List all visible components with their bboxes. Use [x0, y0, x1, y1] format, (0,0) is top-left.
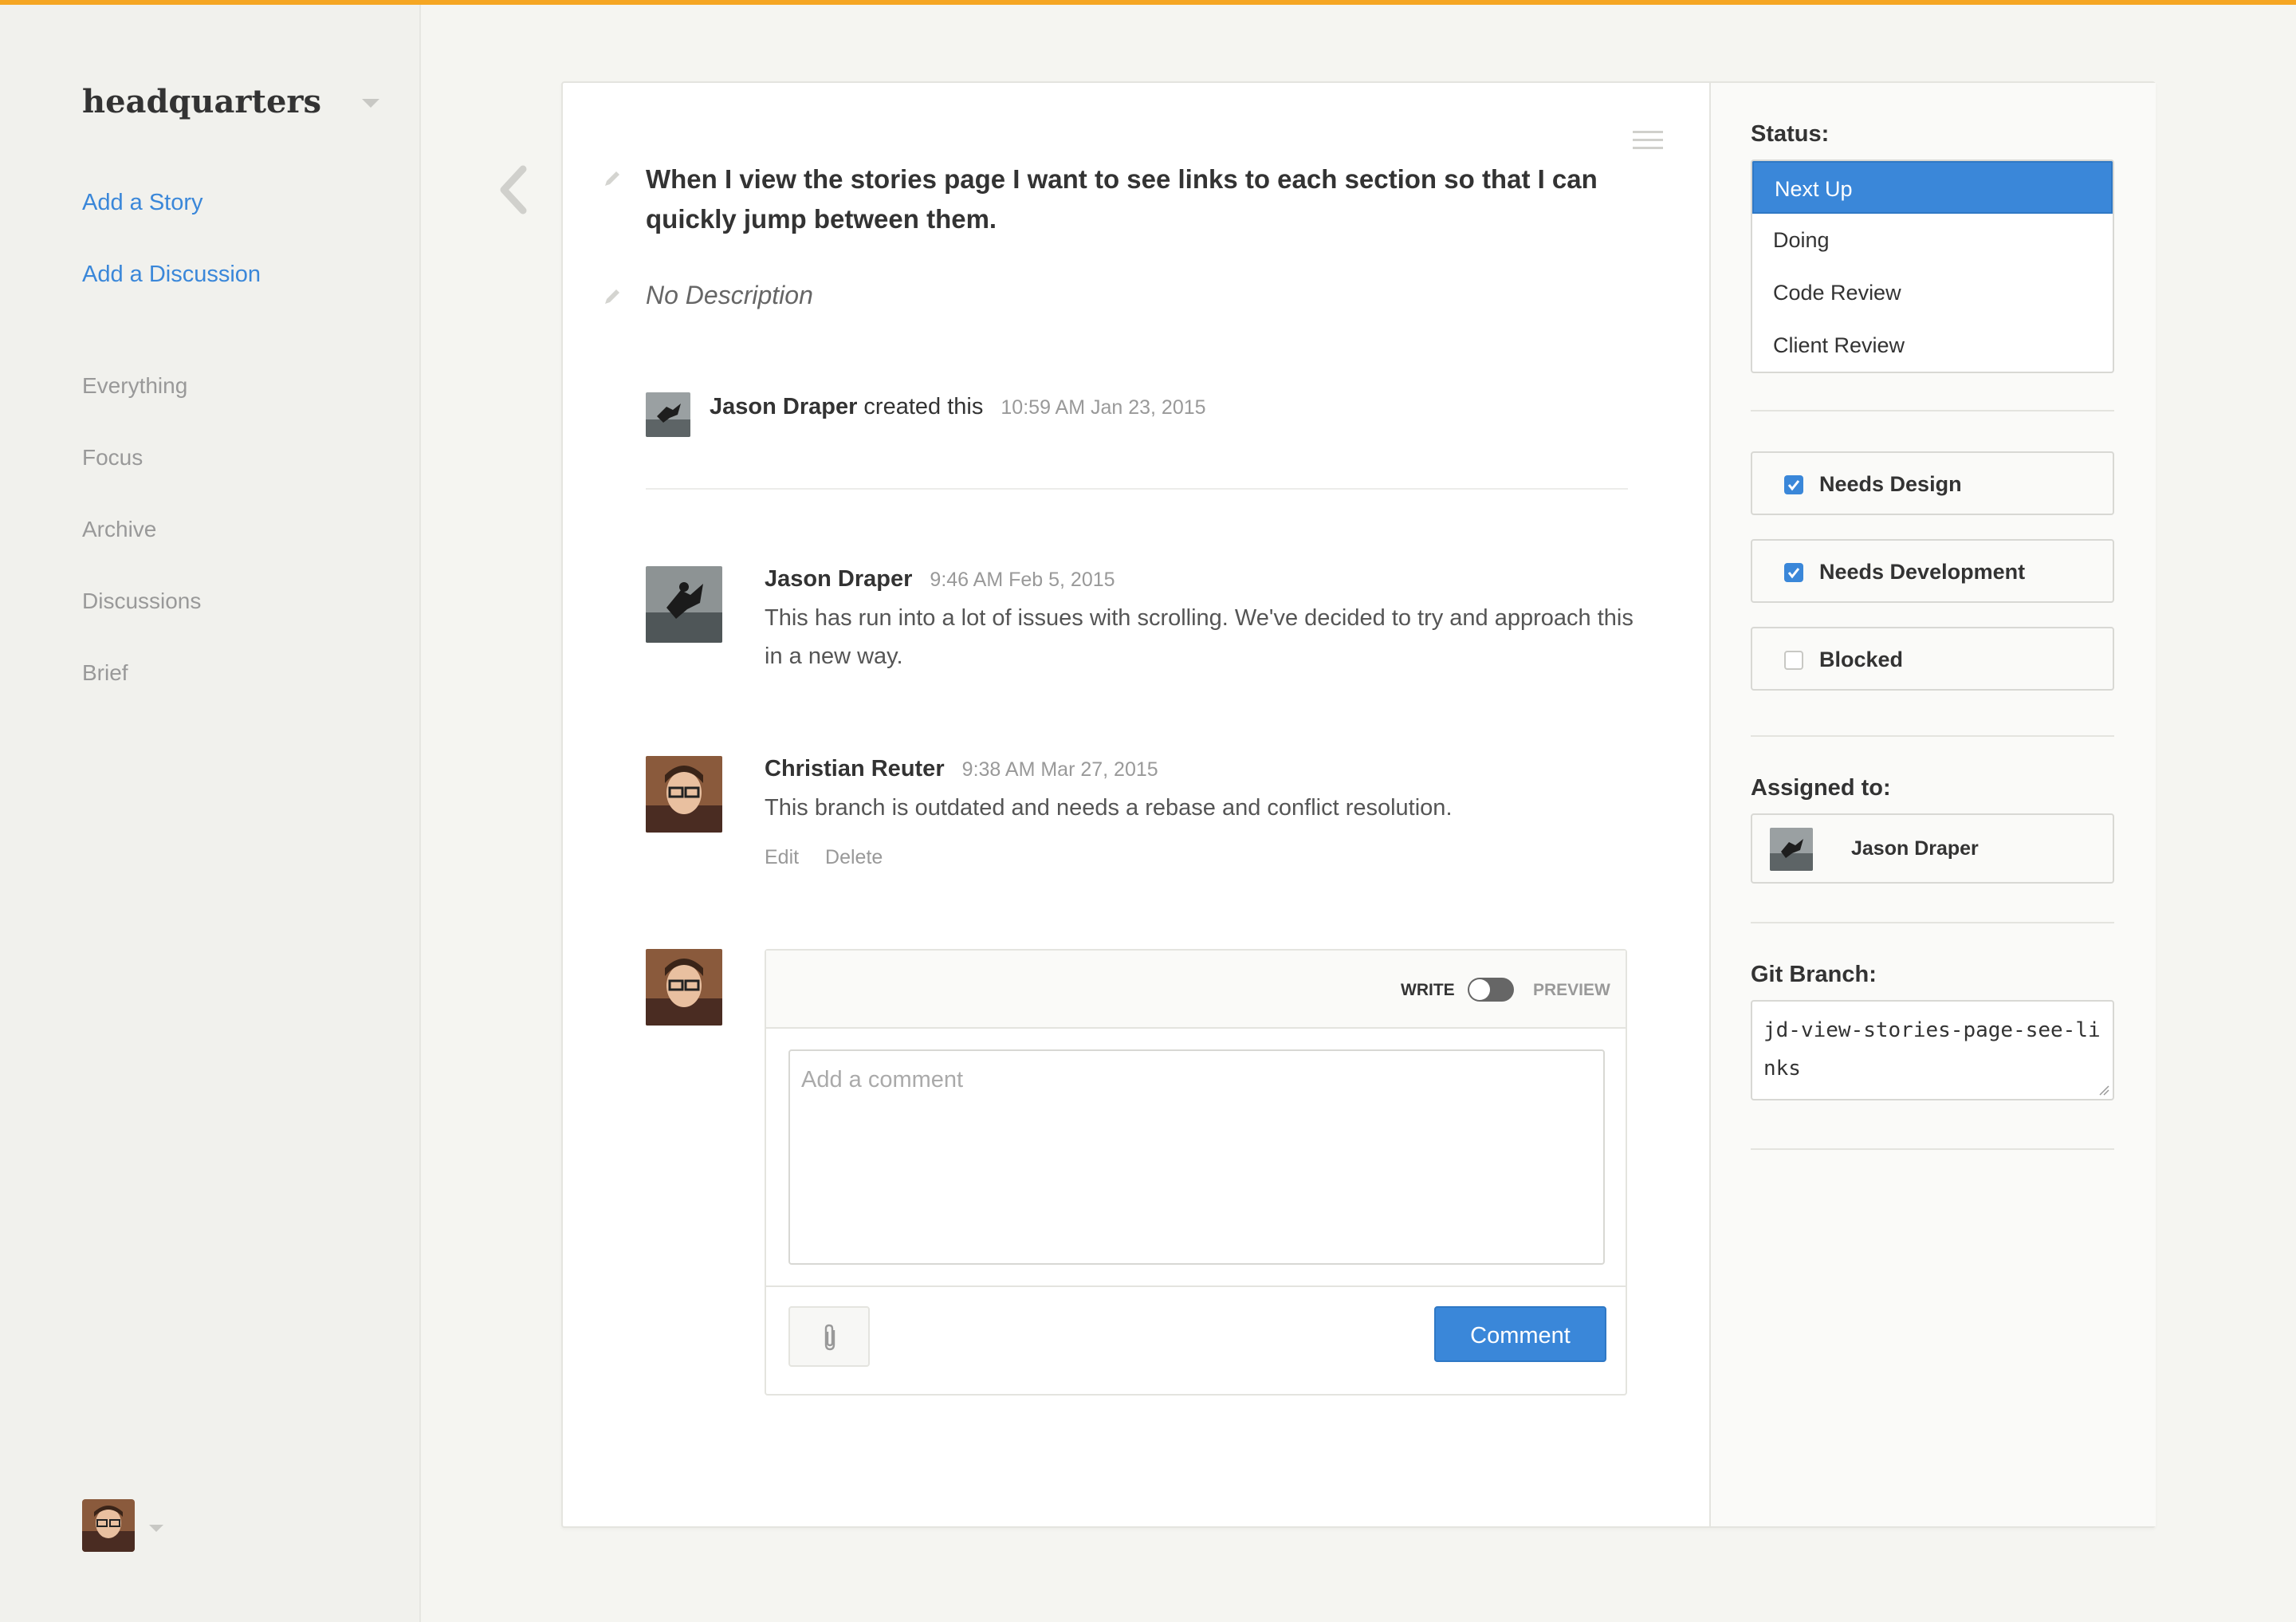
status-option-code-review[interactable]: Code Review [1752, 266, 2113, 319]
created-timestamp: 10:59 AM Jan 23, 2015 [1001, 396, 1206, 419]
needs-development-toggle[interactable]: Needs Development [1751, 539, 2114, 603]
checkbox-checked-icon[interactable] [1784, 563, 1803, 582]
comment-body: This branch is outdated and needs a reba… [765, 795, 1453, 821]
nav-discussions[interactable]: Discussions [82, 589, 201, 614]
status-option-client-review[interactable]: Client Review [1752, 319, 2113, 372]
panel-divider [1751, 410, 2114, 411]
checkbox-checked-icon[interactable] [1784, 475, 1803, 494]
current-user-avatar[interactable] [82, 1499, 135, 1552]
status-select[interactable]: Next Up Doing Code Review Client Review [1751, 159, 2114, 373]
git-branch-label: Git Branch: [1751, 962, 1877, 987]
edit-title-pencil-icon[interactable] [603, 169, 622, 188]
attach-button[interactable] [788, 1306, 870, 1367]
assigned-label: Assigned to: [1751, 775, 1891, 801]
composer-header: WRITE PREVIEW [766, 951, 1626, 1029]
nav-focus[interactable]: Focus [82, 445, 143, 470]
panel-divider [1751, 922, 2114, 923]
comment-body: This has run into a lot of issues with s… [765, 605, 1634, 669]
blocked-label: Blocked [1819, 648, 1904, 671]
menu-icon[interactable] [1633, 131, 1663, 152]
needs-design-toggle[interactable]: Needs Design [1751, 451, 2114, 515]
status-option-doing[interactable]: Doing [1752, 214, 2113, 266]
needs-development-label: Needs Development [1819, 560, 2026, 584]
panel-divider [1751, 735, 2114, 737]
comment-header: Christian Reuter 9:38 AM Mar 27, 2015 [765, 756, 1641, 782]
assignee-avatar [1770, 828, 1813, 871]
comment-edit-link[interactable]: Edit [765, 846, 799, 868]
git-branch-value: jd-view-stories-page-see-links [1763, 1018, 2101, 1081]
comment-actions: Edit Delete [765, 846, 1641, 869]
nav-everything[interactable]: Everything [82, 373, 187, 399]
user-menu-caret-icon[interactable] [149, 1525, 163, 1532]
story-main: When I view the stories page I want to s… [563, 83, 1709, 1526]
story-title[interactable]: When I view the stories page I want to s… [646, 159, 1602, 239]
panel-divider [1751, 1148, 2114, 1150]
back-chevron-icon[interactable] [496, 164, 531, 215]
creator-avatar [646, 392, 690, 437]
comment-avatar [646, 566, 722, 643]
checkbox-unchecked-icon[interactable] [1784, 651, 1803, 670]
workspace-name[interactable]: headquarters [82, 83, 321, 120]
comment-submit-button[interactable]: Comment [1434, 1306, 1606, 1362]
comment-header: Jason Draper 9:46 AM Feb 5, 2015 [765, 566, 1641, 593]
created-verb: created this [863, 394, 984, 419]
comment-author: Jason Draper [765, 566, 913, 592]
comment-avatar [646, 756, 722, 833]
status-label: Status: [1751, 121, 1830, 147]
nav-brief[interactable]: Brief [82, 660, 128, 686]
blocked-toggle[interactable]: Blocked [1751, 627, 2114, 691]
comment-timestamp: 9:38 AM Mar 27, 2015 [961, 758, 1158, 781]
sidebar: headquarters Add a Story Add a Discussio… [0, 5, 421, 1622]
story-description[interactable]: No Description [646, 281, 813, 310]
creator-name: Jason Draper [710, 394, 858, 419]
add-story-link[interactable]: Add a Story [82, 190, 203, 216]
needs-design-label: Needs Design [1819, 472, 1962, 496]
status-option-next-up[interactable]: Next Up [1752, 161, 2113, 214]
git-branch-field[interactable]: jd-view-stories-page-see-links [1751, 1000, 2114, 1100]
comment-input[interactable] [788, 1049, 1605, 1265]
write-tab[interactable]: WRITE [1401, 981, 1455, 1000]
assignee-name: Jason Draper [1851, 837, 1979, 860]
add-discussion-link[interactable]: Add a Discussion [82, 262, 261, 288]
edit-description-pencil-icon[interactable] [603, 287, 622, 306]
story-details-panel: Status: Next Up Doing Code Review Client… [1709, 83, 2156, 1526]
comment-composer: WRITE PREVIEW Comment [765, 949, 1627, 1396]
story-card: When I view the stories page I want to s… [561, 81, 2156, 1528]
resize-grip-icon[interactable] [2098, 1085, 2109, 1096]
composer-avatar [646, 949, 722, 1026]
workspace-caret-icon[interactable] [362, 99, 379, 108]
comment-delete-link[interactable]: Delete [825, 846, 883, 868]
write-preview-toggle[interactable] [1468, 978, 1514, 1002]
comment-item: Christian Reuter 9:38 AM Mar 27, 2015 Th… [765, 756, 1641, 869]
comment-timestamp: 9:46 AM Feb 5, 2015 [930, 569, 1115, 591]
paperclip-icon [824, 1324, 835, 1351]
comment-item: Jason Draper 9:46 AM Feb 5, 2015 This ha… [765, 566, 1641, 675]
divider [646, 488, 1628, 490]
created-line: Jason Draper created this 10:59 AM Jan 2… [710, 394, 1206, 420]
comment-author: Christian Reuter [765, 756, 945, 781]
composer-footer: Comment [766, 1285, 1626, 1396]
assignee-select[interactable]: Jason Draper [1751, 813, 2114, 884]
preview-tab[interactable]: PREVIEW [1533, 981, 1610, 1000]
nav-archive[interactable]: Archive [82, 517, 156, 542]
